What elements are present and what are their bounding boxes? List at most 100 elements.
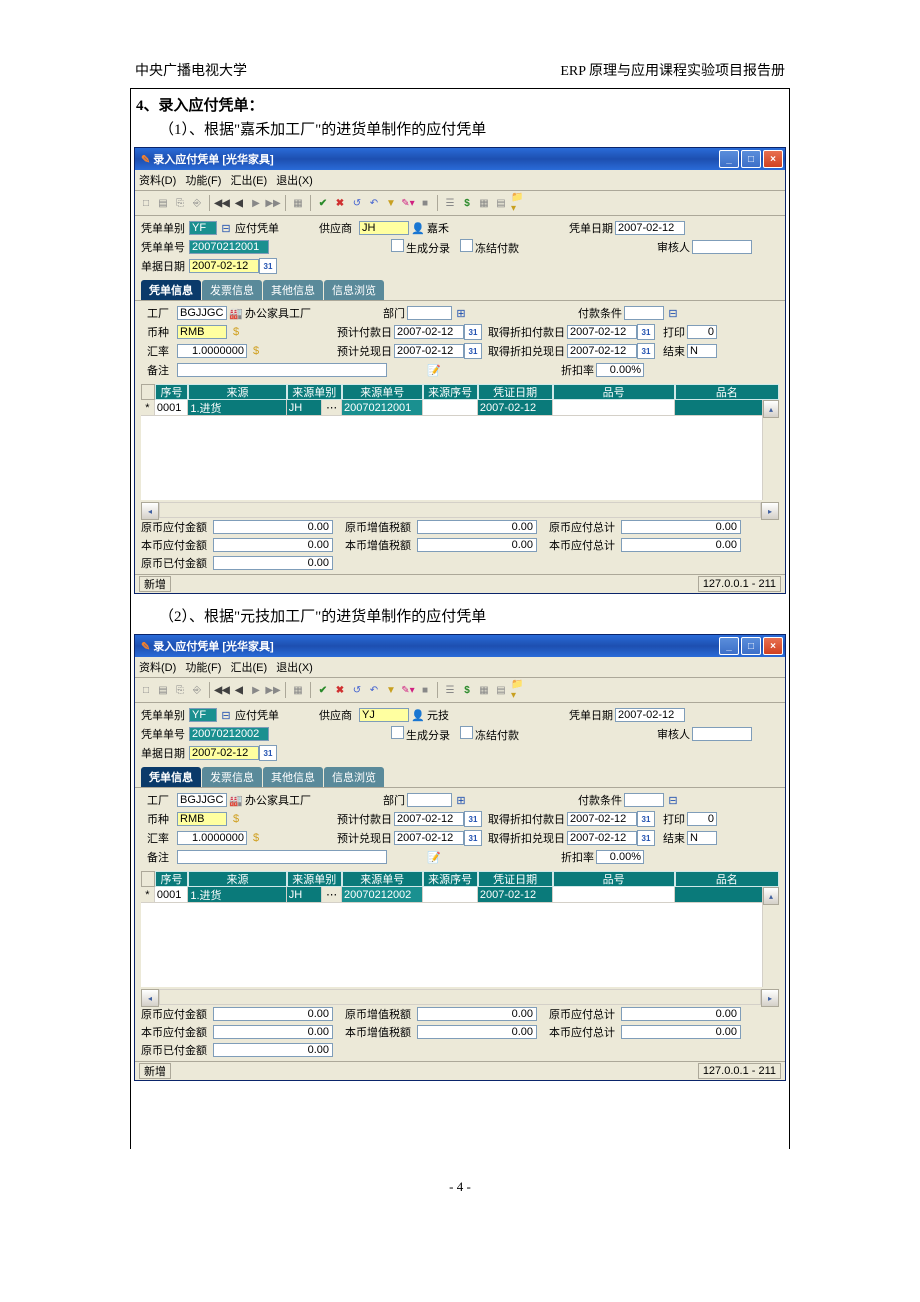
cell-sseq[interactable] (423, 887, 478, 903)
tab-other[interactable]: 其他信息 (263, 280, 323, 300)
factory-icon[interactable]: 🏭 (229, 306, 243, 320)
gh-seq[interactable]: 序号 (155, 871, 188, 887)
refresh-icon[interactable]: ↺ (350, 196, 364, 210)
grid-icon[interactable]: ▦ (477, 196, 491, 210)
tab-other[interactable]: 其他信息 (263, 767, 323, 787)
gh-vdate[interactable]: 凭证日期 (478, 384, 553, 400)
table-icon[interactable]: ▤ (494, 196, 508, 210)
calendar-icon[interactable]: 31 (259, 258, 277, 274)
fld-d1[interactable]: 2007-02-12 (394, 812, 464, 826)
stop-icon[interactable]: ■ (418, 683, 432, 697)
fld-cur[interactable]: RMB (177, 325, 227, 339)
cell-seq[interactable]: 0001 (155, 887, 189, 903)
fld-d3[interactable]: 2007-02-12 (394, 831, 464, 845)
fld-supplier[interactable]: JH (359, 221, 409, 235)
filter-icon[interactable]: ▼ (384, 683, 398, 697)
close-button[interactable]: × (763, 637, 783, 655)
scroll-left-icon[interactable]: ◂ (141, 502, 159, 520)
scroll-up-icon[interactable]: ▴ (763, 887, 779, 905)
fld-vdate[interactable]: 2007-02-12 (615, 221, 685, 235)
calendar-icon[interactable]: 31 (637, 830, 655, 846)
folder-icon[interactable]: 📁▾ (511, 196, 525, 210)
scroll-right-icon[interactable]: ▸ (761, 989, 779, 1007)
list-icon[interactable]: ☰ (443, 196, 457, 210)
filter-icon[interactable]: ▼ (384, 196, 398, 210)
fld-disc[interactable]: 0.00% (596, 363, 644, 377)
fld-rate[interactable]: 1.0000000 (177, 831, 247, 845)
cell-itemno[interactable] (553, 400, 675, 416)
menu-export[interactable]: 汇出(E) (230, 662, 267, 674)
person-icon[interactable]: 👤 (411, 221, 425, 235)
tab-invoice[interactable]: 发票信息 (202, 767, 262, 787)
cell-sno[interactable]: 20070212001 (342, 400, 423, 416)
calendar-icon[interactable]: 31 (259, 745, 277, 761)
fld-vno[interactable]: 20070212001 (189, 240, 269, 254)
open-icon[interactable]: ▤ (156, 196, 170, 210)
cell-vd[interactable]: 2007-02-12 (478, 400, 553, 416)
undo-icon[interactable]: ↶ (367, 196, 381, 210)
tab-browse[interactable]: 信息浏览 (324, 280, 384, 300)
list-icon[interactable]: ☰ (443, 683, 457, 697)
next-icon[interactable]: ▶ (249, 196, 263, 210)
note-icon[interactable]: 📝 (427, 850, 441, 864)
gh-itemname[interactable]: 品名 (675, 384, 779, 400)
fld-supplier[interactable]: YJ (359, 708, 409, 722)
tab-invoice[interactable]: 发票信息 (202, 280, 262, 300)
new-icon[interactable]: □ (139, 683, 153, 697)
confirm-icon[interactable]: ✔ (316, 683, 330, 697)
prev-icon[interactable]: ◀ (232, 683, 246, 697)
scroll-up-icon[interactable]: ▴ (763, 400, 779, 418)
money-icon[interactable]: $ (460, 196, 474, 210)
currency-icon[interactable]: $ (249, 344, 263, 358)
fld-remark[interactable] (177, 363, 387, 377)
lookup-icon[interactable]: ⊟ (219, 221, 233, 235)
fld-factory[interactable]: BGJJGC (177, 793, 227, 807)
chk-freeze[interactable] (460, 239, 473, 252)
fld-auditor[interactable] (692, 240, 752, 254)
currency-icon[interactable]: $ (249, 831, 263, 845)
minimize-button[interactable]: _ (719, 150, 739, 168)
fld-dept[interactable] (407, 306, 452, 320)
chk-freeze[interactable] (460, 726, 473, 739)
fld-bdate[interactable]: 2007-02-12 (189, 259, 259, 273)
gh-sseq[interactable]: 来源序号 (423, 871, 478, 887)
paste-icon[interactable]: ⎆ (190, 683, 204, 697)
fld-d1[interactable]: 2007-02-12 (394, 325, 464, 339)
scrollbar-v[interactable]: ▴ (762, 887, 779, 987)
menu-func[interactable]: 功能(F) (185, 662, 221, 674)
fld-remark[interactable] (177, 850, 387, 864)
fld-vno[interactable]: 20070212002 (189, 727, 269, 741)
cell-sseq[interactable] (423, 400, 478, 416)
gh-stype[interactable]: 来源单别 (287, 384, 342, 400)
pin-icon[interactable]: ✎▾ (401, 683, 415, 697)
chk-gen[interactable] (391, 726, 404, 739)
undo-icon[interactable]: ↶ (367, 683, 381, 697)
menu-export[interactable]: 汇出(E) (230, 175, 267, 187)
note-icon[interactable]: 📝 (427, 363, 441, 377)
gh-itemno[interactable]: 品号 (553, 384, 675, 400)
fld-factory[interactable]: BGJJGC (177, 306, 227, 320)
fld-bdate[interactable]: 2007-02-12 (189, 746, 259, 760)
fld-vdate[interactable]: 2007-02-12 (615, 708, 685, 722)
org-icon[interactable]: ⊞ (454, 306, 468, 320)
calendar-icon[interactable]: 31 (464, 324, 482, 340)
doc-icon[interactable]: ▦ (291, 683, 305, 697)
gh-vdate[interactable]: 凭证日期 (478, 871, 553, 887)
fld-vtype[interactable]: YF (189, 221, 217, 235)
folder-icon[interactable]: 📁▾ (511, 683, 525, 697)
calendar-icon[interactable]: 31 (464, 830, 482, 846)
tab-voucher[interactable]: 凭单信息 (141, 767, 201, 787)
menu-func[interactable]: 功能(F) (185, 175, 221, 187)
cell-vd[interactable]: 2007-02-12 (478, 887, 553, 903)
new-icon[interactable]: □ (139, 196, 153, 210)
open-icon[interactable]: ▤ (156, 683, 170, 697)
last-icon[interactable]: ▶▶ (266, 196, 280, 210)
copy-icon[interactable]: ⎘ (173, 683, 187, 697)
scrollbar-h[interactable]: ◂ ▸ (141, 502, 779, 518)
scrollbar-v[interactable]: ▴ (762, 400, 779, 500)
gh-stype[interactable]: 来源单别 (287, 871, 342, 887)
paste-icon[interactable]: ⎆ (190, 196, 204, 210)
copy-icon[interactable]: ⎘ (173, 196, 187, 210)
currency-icon[interactable]: $ (229, 325, 243, 339)
calendar-icon[interactable]: 31 (464, 811, 482, 827)
